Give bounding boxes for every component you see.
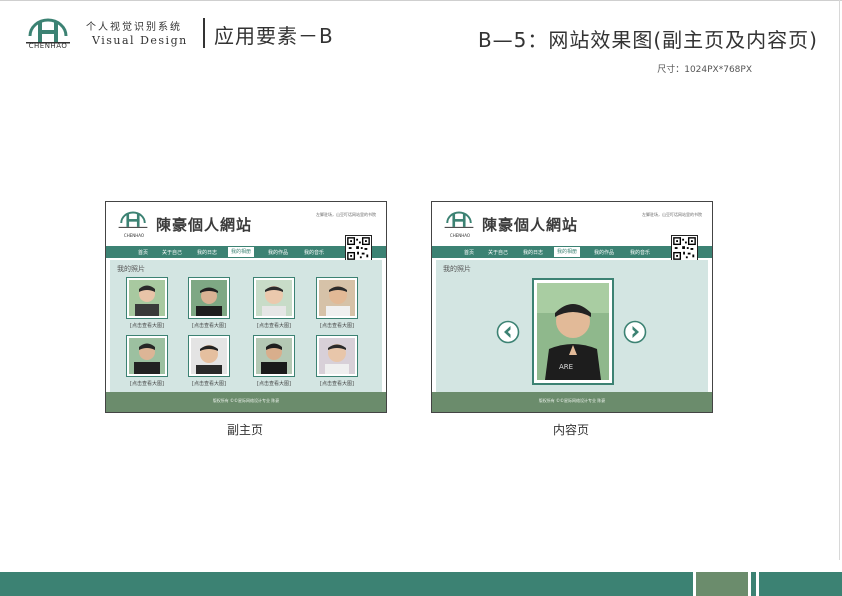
content-page-mockup: CHENHAO 陳豪個人網站 左脚驻场，山豆叮话网站里的书院 首页 关于自己 我… (431, 201, 713, 413)
qr-code-icon (671, 235, 698, 262)
site-nav: 首页 关于自己 我的日志 我的相册 我的作品 我的音乐 (432, 246, 712, 258)
nav-works[interactable]: 我的作品 (594, 249, 614, 256)
nav-home[interactable]: 首页 (464, 249, 474, 256)
logo-wordmark: CHENHAO (28, 42, 68, 50)
nav-album[interactable]: 我的相册 (554, 247, 581, 257)
brand-name-cn: 个人视觉识别系统 (86, 22, 182, 33)
site-logo-icon (118, 211, 148, 228)
footer-accent-block (696, 572, 748, 596)
page-title: B—5：网站效果图(副主页及内容页) (477, 28, 818, 52)
photo-caption[interactable]: [点击查看大图] (117, 322, 177, 329)
site-title: 陳豪個人網站 (156, 216, 253, 234)
nav-music[interactable]: 我的音乐 (304, 249, 324, 256)
photo-thumbnail[interactable] (316, 335, 358, 377)
photo-thumbnail[interactable] (253, 335, 295, 377)
brand-name-en: Visual Design (92, 34, 188, 47)
next-arrow-icon[interactable] (623, 320, 647, 344)
site-logo-wordmark: CHENHAO (449, 233, 471, 238)
footer-band-divider (693, 572, 696, 596)
site-footer-text: 版权所有 ©©星际网络设计专业 陈豪 (212, 398, 280, 403)
footer-band-divider (748, 572, 751, 596)
photo-thumbnail[interactable] (253, 277, 295, 319)
site-logo-wordmark: CHENHAO (123, 233, 145, 238)
qr-code-icon (345, 235, 372, 262)
site-tagline: 左脚驻场，山豆叮话网站里的书院 (316, 212, 376, 217)
featured-photo[interactable]: ARE (532, 278, 614, 385)
site-logo-icon (444, 211, 474, 228)
nav-about[interactable]: 关于自己 (162, 249, 182, 256)
nav-works[interactable]: 我的作品 (268, 249, 288, 256)
content-page-caption: 内容页 (553, 423, 590, 437)
nav-about[interactable]: 关于自己 (488, 249, 508, 256)
photo-caption[interactable]: [点击查看大图] (117, 380, 177, 387)
site-title: 陳豪個人網站 (482, 216, 579, 234)
svg-text:ARE: ARE (559, 363, 573, 371)
album-section-title: 我的照片 (117, 265, 145, 273)
nav-blog[interactable]: 我的日志 (197, 249, 217, 256)
photo-thumbnail[interactable] (126, 277, 168, 319)
photo-thumbnail[interactable] (126, 335, 168, 377)
size-note: 尺寸：1024PX*768PX (657, 65, 752, 75)
photo-section-title: 我的照片 (443, 265, 471, 273)
header-divider (203, 18, 205, 48)
frame-top-line (0, 0, 842, 1)
section-title: 应用要素－B (214, 24, 334, 48)
nav-home[interactable]: 首页 (138, 249, 148, 256)
frame-right-line (839, 0, 840, 560)
previous-arrow-icon[interactable] (496, 320, 520, 344)
photo-thumbnail[interactable] (188, 277, 230, 319)
photo-caption[interactable]: [点击查看大图] (179, 322, 239, 329)
nav-album[interactable]: 我的相册 (228, 247, 255, 257)
site-footer-text: 版权所有 ©©星际网络设计专业 陈豪 (538, 398, 606, 403)
footer-band-divider (756, 572, 759, 596)
subpage-mockup: CHENHAO 陳豪個人網站 左脚驻场，山豆叮话网站里的书院 首页 关于自己 我… (105, 201, 387, 413)
nav-music[interactable]: 我的音乐 (630, 249, 650, 256)
photo-caption[interactable]: [点击查看大图] (307, 380, 367, 387)
site-tagline: 左脚驻场，山豆叮话网站里的书院 (642, 212, 702, 217)
nav-blog[interactable]: 我的日志 (523, 249, 543, 256)
photo-caption[interactable]: [点击查看大图] (179, 380, 239, 387)
photo-caption[interactable]: [点击查看大图] (244, 322, 304, 329)
subpage-caption: 副主页 (227, 423, 264, 437)
photo-caption[interactable]: [点击查看大图] (244, 380, 304, 387)
photo-thumbnail[interactable] (316, 277, 358, 319)
photo-thumbnail[interactable] (188, 335, 230, 377)
photo-caption[interactable]: [点击查看大图] (307, 322, 367, 329)
site-nav: 首页 关于自己 我的日志 我的相册 我的作品 我的音乐 (106, 246, 386, 258)
